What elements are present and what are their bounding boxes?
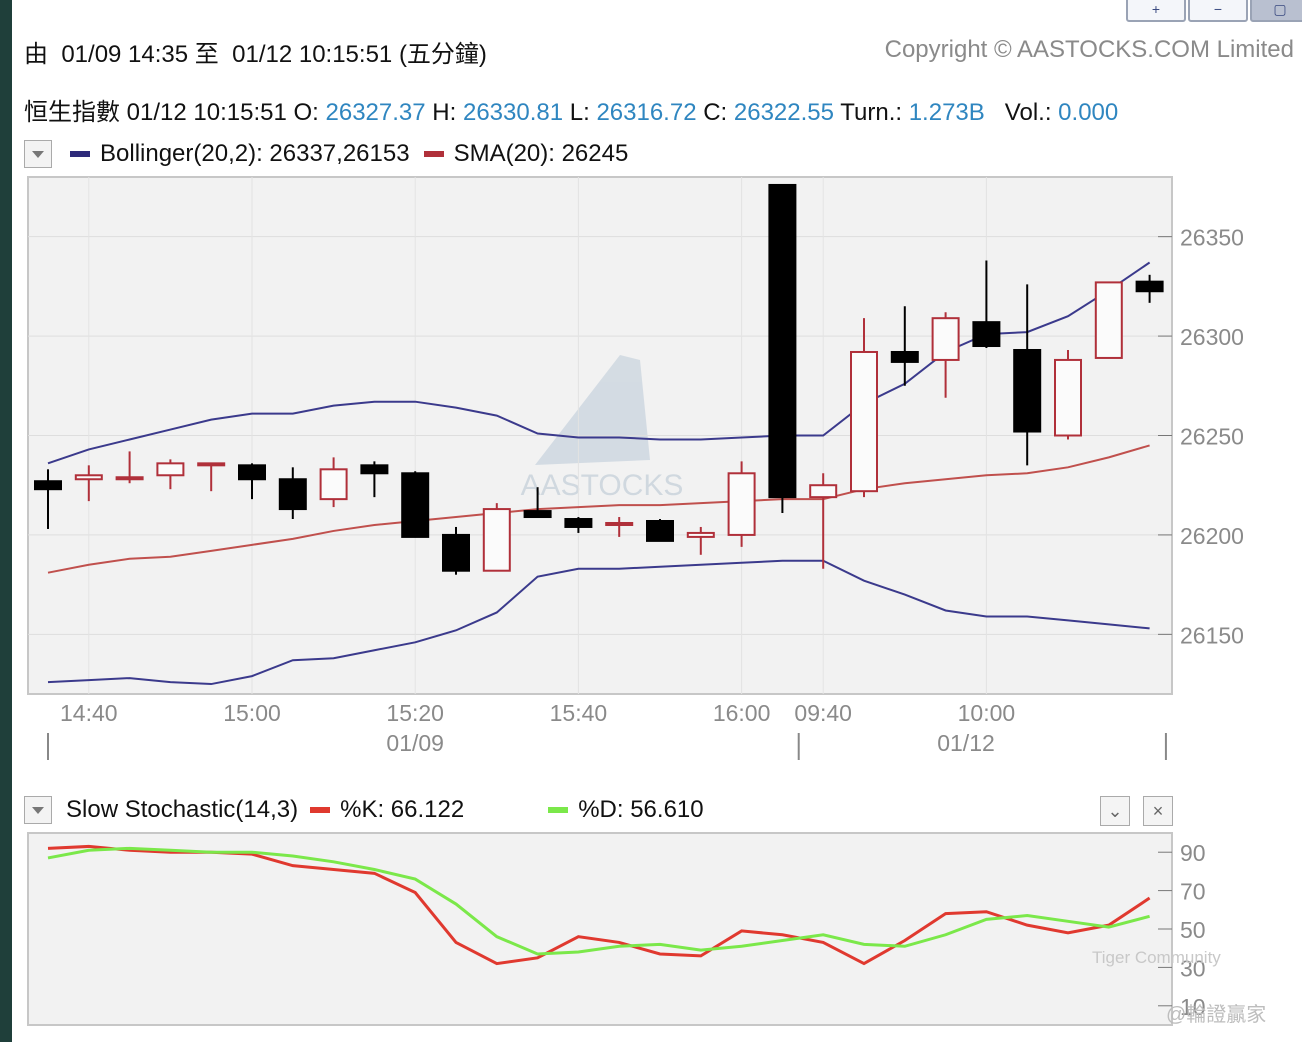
candle-body	[156, 462, 185, 477]
x-tick-label: 15:00	[223, 700, 281, 726]
y-tick-label: 26300	[1180, 324, 1244, 350]
candle-body	[850, 350, 878, 493]
candle-body	[319, 468, 348, 501]
candle-body	[238, 464, 266, 481]
candle-body	[34, 480, 62, 491]
y-tick-label: 26350	[1180, 225, 1244, 251]
date-label: 01/12	[937, 730, 995, 756]
candle-body	[1054, 358, 1082, 437]
x-tick-label: 15:40	[550, 700, 608, 726]
stoch-plot-area	[27, 832, 1173, 1026]
candle-body	[278, 478, 307, 511]
y-tick-label: 26150	[1180, 622, 1244, 648]
candle-body	[74, 474, 103, 481]
candle-body	[768, 183, 797, 499]
candle	[482, 503, 511, 572]
candle-body	[890, 350, 919, 363]
candle	[727, 461, 756, 547]
x-tick-label: 14:40	[60, 700, 118, 726]
svg-text:AASTOCKS: AASTOCKS	[521, 469, 684, 502]
candle-body	[1135, 280, 1164, 293]
chart-canvas: AASTOCKS 2615026200262502630026350 10305…	[27, 176, 1244, 1026]
candle-body	[809, 484, 838, 499]
date-label: 01/09	[386, 730, 444, 756]
stoch-y-tick-label: 70	[1180, 879, 1206, 905]
candle	[1054, 349, 1082, 440]
candle-body	[605, 521, 634, 526]
candle-body	[1094, 281, 1123, 359]
candle-body	[1013, 348, 1042, 433]
candle	[1094, 281, 1123, 359]
x-tick-label: 09:40	[794, 700, 852, 726]
candle-body	[360, 464, 389, 475]
candle-body	[564, 518, 593, 528]
candle	[442, 526, 470, 575]
candle	[768, 183, 797, 514]
author-watermark: @輪證贏家	[1166, 1004, 1267, 1026]
candle-body	[401, 472, 430, 538]
candle-body	[972, 321, 1001, 348]
x-tick-label: 15:20	[386, 700, 444, 726]
candle	[646, 519, 674, 542]
y-tick-label: 26250	[1180, 424, 1244, 450]
y-tick-label: 26200	[1180, 523, 1244, 549]
candle-body	[646, 520, 674, 542]
candle-body	[727, 472, 756, 536]
x-tick-label: 10:00	[958, 700, 1016, 726]
candle	[401, 471, 430, 538]
tiger-watermark: Tiger Community	[1092, 948, 1221, 967]
candle-body	[442, 533, 470, 572]
candle-body	[197, 462, 226, 467]
candle-body	[686, 531, 715, 538]
x-tick-label: 16:00	[713, 700, 771, 726]
stoch-y-tick-label: 50	[1180, 917, 1206, 943]
candle-body	[931, 317, 960, 361]
candle-body	[482, 508, 511, 572]
stoch-y-tick-label: 90	[1180, 840, 1206, 866]
candle-body	[523, 510, 552, 519]
candle-body	[115, 476, 144, 481]
